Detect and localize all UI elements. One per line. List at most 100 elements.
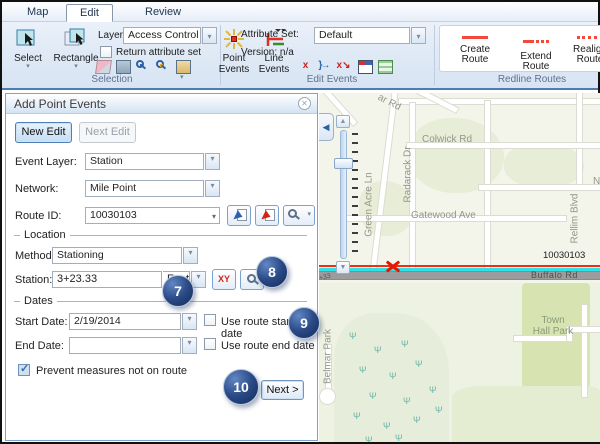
tab-review[interactable]: Review (132, 4, 194, 22)
route-id-combobox[interactable]: 10030103 (85, 207, 220, 224)
create-route-button[interactable]: Create Route (446, 31, 504, 65)
zoom-slider-ticks (352, 133, 358, 259)
edit-events-group-label: Edit Events (252, 74, 412, 85)
use-route-end-date-label: Use route end date (221, 340, 315, 352)
split-route-icon[interactable]: x↘ (336, 59, 351, 73)
eraser-icon[interactable] (95, 60, 112, 74)
ribbon-tab-bar: Map Edit Review (2, 2, 598, 22)
dates-section-divider (14, 301, 307, 302)
version-label: Version: n/a (241, 47, 294, 58)
start-date-dropdown-button[interactable] (182, 313, 197, 330)
method-combobox[interactable]: Stationing (52, 247, 182, 264)
return-attribute-set-checkbox[interactable] (100, 46, 112, 58)
zoom-out-button[interactable]: ▼ (336, 261, 350, 274)
event-window-icon[interactable] (358, 60, 373, 74)
merge-events-icon[interactable]: }→ (316, 59, 331, 73)
magnifier-icon (247, 274, 256, 283)
tab-map[interactable]: Map (14, 4, 61, 22)
next-button[interactable]: Next > (261, 380, 304, 400)
select-icon (15, 27, 41, 51)
wetland-symbol: Ψ (401, 339, 409, 349)
end-date-input[interactable] (69, 337, 181, 354)
clear-route-selection-button[interactable] (255, 205, 279, 226)
zoom-slider-handle[interactable] (334, 158, 353, 169)
park-label: Town Hall Park (532, 315, 574, 337)
prevent-measures-checkbox[interactable] (18, 364, 30, 376)
rectangle-icon (63, 27, 89, 51)
event-layer-dropdown-button[interactable] (205, 153, 220, 170)
return-attribute-set-label: Return attribute set (116, 47, 201, 58)
map-canvas[interactable]: ar Rd Colwick Rd Rellim Blvd Radarack Dr… (319, 93, 600, 442)
wetland-symbol: Ψ (389, 371, 397, 381)
group-divider (434, 25, 435, 85)
wetland-symbol: Ψ (395, 433, 403, 442)
event-layer-combobox[interactable]: Station (85, 153, 204, 170)
callout-10: 10 (223, 369, 259, 405)
attribute-set-combobox[interactable]: Default (314, 27, 410, 44)
road-rellim-blvd (577, 93, 582, 189)
road-label: Colwick Rd (422, 134, 472, 145)
collapse-panel-arrow[interactable]: ◀ (319, 113, 334, 141)
wetland-symbol: Ψ (435, 405, 443, 415)
network-dropdown-button[interactable] (205, 180, 220, 197)
attribute-set-label: Attribute Set: (241, 29, 299, 40)
event-table-icon[interactable] (378, 60, 393, 74)
selection-group-label: Selection (42, 74, 182, 85)
dates-section-label: Dates (20, 295, 57, 307)
use-route-start-date-checkbox[interactable] (204, 314, 216, 326)
wetland-symbol: Ψ (359, 365, 367, 375)
select-route-on-map-button[interactable] (227, 205, 251, 226)
zoom-slider-track[interactable] (340, 130, 347, 259)
rectangle-tool-button[interactable]: Rectangle ▾ (50, 27, 102, 70)
tab-edit[interactable]: Edit (66, 4, 113, 22)
method-dropdown-button[interactable] (183, 247, 198, 264)
start-date-label: Start Date: (15, 316, 68, 328)
extend-route-label: Extend Route (520, 51, 551, 72)
road-label: Rellim Blvd (570, 189, 581, 249)
use-route-end-date-checkbox[interactable] (204, 338, 216, 350)
wetland-symbol: Ψ (349, 331, 357, 341)
map-green-patch (452, 386, 600, 442)
xy-coordinates-button[interactable]: XY (212, 269, 236, 290)
zoom-to-selected-icon[interactable] (136, 60, 151, 74)
route-number-label: 10030103 (543, 250, 585, 261)
select-tool-button[interactable]: Select ▾ (6, 27, 50, 70)
wetland-symbol: Ψ (365, 435, 373, 442)
ribbon: Map Edit Review Select ▾ Rectangle ▾ Lay… (2, 2, 598, 90)
start-date-input[interactable]: 2/19/2014 (69, 313, 181, 330)
callout-7: 7 (162, 275, 194, 307)
event-layer-label: Event Layer: (15, 156, 77, 168)
xy-icon: XY (213, 270, 235, 289)
end-date-dropdown-button[interactable] (182, 337, 197, 354)
prevent-measures-label: Prevent measures not on route (36, 365, 187, 377)
next-edit-button[interactable]: Next Edit (79, 122, 136, 143)
dash-dot-red-line-icon (521, 36, 551, 46)
map-green-patch (504, 143, 584, 188)
create-route-label: Create Route (460, 44, 490, 65)
new-edit-button[interactable]: New Edit (15, 122, 72, 143)
attribute-set-dropdown-button[interactable] (411, 27, 426, 44)
zoom-to-next-icon[interactable] (156, 60, 171, 74)
fill-color-icon[interactable] (116, 60, 131, 74)
wetland-symbol: Ψ (415, 359, 423, 369)
close-icon[interactable] (298, 97, 311, 110)
layer-combobox[interactable]: Access Control (123, 27, 201, 44)
chevron-down-icon: ▾ (307, 210, 311, 218)
magnifier-icon (136, 60, 144, 68)
road (479, 185, 600, 190)
chevron-down-icon: ▾ (6, 64, 50, 70)
realign-route-button[interactable]: Realign Route (568, 31, 600, 65)
route-point-x-marker (385, 259, 401, 274)
road-label: Belmar Park (323, 324, 334, 390)
station-input[interactable]: 3+23.33 (52, 271, 162, 288)
route-zoom-dropdown-button[interactable]: ▾ (283, 205, 315, 226)
road (399, 99, 600, 104)
extend-route-button[interactable]: Extend Route (506, 31, 566, 72)
split-point-icon[interactable]: x (298, 59, 313, 73)
network-label: Network: (15, 183, 58, 195)
select-by-layer-icon[interactable] (176, 60, 191, 74)
panel-title: Add Point Events (6, 94, 317, 114)
network-combobox[interactable]: Mile Point (85, 180, 204, 197)
wetland-symbol: Ψ (374, 345, 382, 355)
zoom-in-button[interactable]: ▲ (336, 115, 350, 128)
